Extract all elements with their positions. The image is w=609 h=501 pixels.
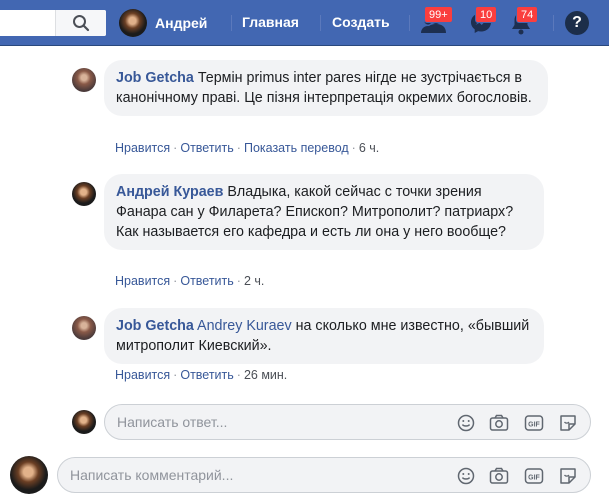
search-button[interactable] — [55, 10, 106, 36]
mention-link[interactable]: Andrey Kuraev — [197, 318, 292, 334]
photo-button[interactable] — [489, 466, 509, 486]
emoji-button[interactable] — [456, 466, 476, 486]
comment-author[interactable]: Job Getcha — [116, 70, 194, 86]
gif-label: GIF — [528, 422, 540, 429]
gif-icon: GIF — [524, 468, 544, 484]
help-button[interactable]: ? — [565, 11, 589, 35]
sticker-button[interactable] — [558, 413, 578, 433]
comment-actions: Нравится · Ответить · Показать перевод · 6 ч. — [115, 141, 380, 155]
gif-button[interactable]: GIF — [524, 413, 544, 433]
reply-placeholder: Написать ответ... — [117, 414, 228, 430]
nav-divider — [231, 15, 232, 31]
gif-button[interactable]: GIF — [524, 466, 544, 486]
emoji-icon — [457, 414, 475, 432]
create-link[interactable]: Создать — [332, 14, 390, 30]
profile-name: Андрей — [155, 15, 208, 31]
comment-time[interactable]: 2 ч. — [244, 274, 264, 288]
like-link[interactable]: Нравится — [115, 368, 170, 382]
avatar[interactable] — [72, 68, 96, 92]
profile-link[interactable]: Андрей — [119, 9, 207, 37]
comment-author[interactable]: Андрей Кураев — [116, 184, 223, 200]
comment-author[interactable]: Job Getcha — [116, 318, 194, 334]
comment-placeholder: Написать комментарий... — [70, 467, 234, 483]
reply-link[interactable]: Ответить — [180, 274, 233, 288]
sticker-button[interactable] — [558, 466, 578, 486]
comment-actions: Нравится · Ответить · 26 мин. — [115, 368, 288, 382]
comment-actions: Нравится · Ответить · 2 ч. — [115, 274, 265, 288]
avatar — [119, 9, 147, 37]
comment-time[interactable]: 6 ч. — [359, 141, 379, 155]
avatar — [10, 456, 48, 494]
friend-requests-badge: 99+ — [424, 6, 453, 23]
comment-bubble: Андрей Кураев Владыка, какой сейчас с то… — [104, 174, 544, 250]
comment-bubble: Job Getcha Термін primus inter pares ніг… — [104, 60, 548, 116]
reply-link[interactable]: Ответить — [180, 141, 233, 155]
avatar — [72, 410, 96, 434]
avatar[interactable] — [72, 316, 96, 340]
search-icon — [73, 15, 90, 32]
like-link[interactable]: Нравится — [115, 274, 170, 288]
avatar[interactable] — [72, 182, 96, 206]
sticker-icon — [560, 468, 576, 484]
emoji-button[interactable] — [456, 413, 476, 433]
messages-badge: 10 — [475, 6, 498, 23]
nav-divider — [409, 15, 410, 31]
emoji-icon — [457, 467, 475, 485]
gif-icon: GIF — [524, 415, 544, 431]
top-navigation-bar: Андрей Главная Создать 99+ 10 74 ? — [0, 0, 609, 46]
photo-button[interactable] — [489, 413, 509, 433]
comment-input[interactable]: Написать комментарий... GIF — [57, 457, 591, 493]
notifications-badge: 74 — [516, 6, 539, 23]
reply-link[interactable]: Ответить — [180, 368, 233, 382]
camera-icon — [489, 467, 509, 484]
comment-bubble: Job Getcha Andrey Kuraev на сколько мне … — [104, 308, 544, 364]
nav-divider — [553, 15, 554, 31]
reply-input[interactable]: Написать ответ... GIF — [104, 404, 591, 440]
sticker-icon — [560, 415, 576, 431]
gif-label: GIF — [528, 475, 540, 482]
comment-time[interactable]: 26 мин. — [244, 368, 287, 382]
nav-divider — [320, 15, 321, 31]
translate-link[interactable]: Показать перевод — [244, 141, 349, 155]
camera-icon — [489, 414, 509, 431]
like-link[interactable]: Нравится — [115, 141, 170, 155]
home-link[interactable]: Главная — [242, 14, 299, 30]
